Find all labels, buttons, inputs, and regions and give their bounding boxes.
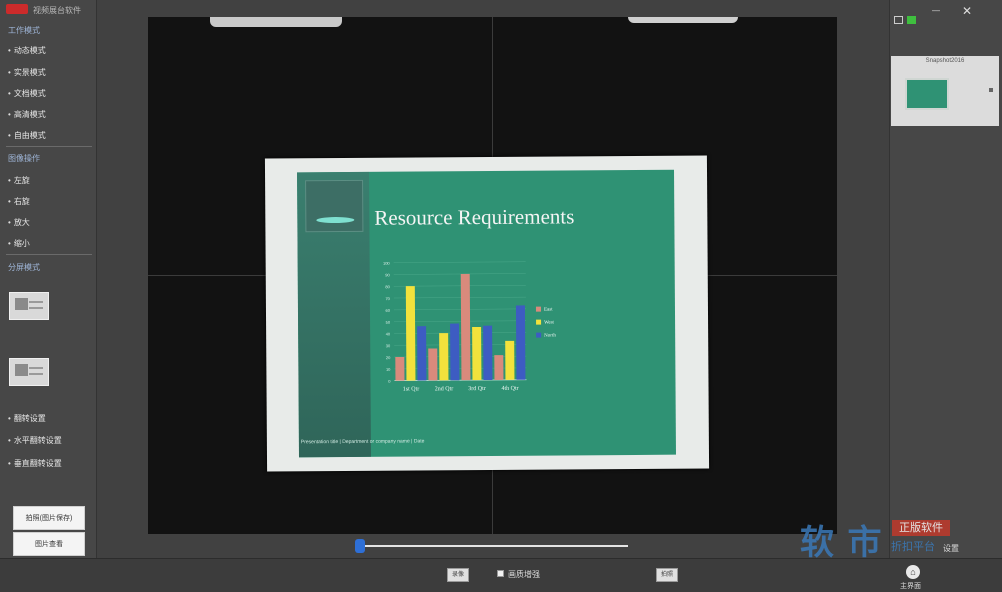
app-window: 视频展台软件 工作模式 动态模式 实景模式 文档模式 高清模式 自由模式 图像操… <box>0 0 1002 592</box>
window-icon[interactable] <box>894 16 903 24</box>
chart-bar <box>472 326 482 381</box>
settings-label[interactable]: 设置 <box>943 543 959 554</box>
chart-y-tick-label: 0 <box>388 379 391 384</box>
chart-y-tick-label: 40 <box>386 331 391 336</box>
sidebar-divider <box>6 254 92 255</box>
chart-x-tick-label: 3rd Qtr <box>468 386 486 392</box>
watermark-brand: 软 市 <box>800 524 884 562</box>
chart-y-tick-label: 90 <box>385 272 390 277</box>
section-rotate-title: 图像操作 <box>8 154 40 163</box>
status-green-icon <box>907 16 916 24</box>
chart-y-tick-label: 10 <box>386 367 391 372</box>
mode-item-1[interactable]: 动态模式 <box>8 45 46 56</box>
section-mode-title: 工作模式 <box>8 26 40 35</box>
bottom-toolbar: 录像 画质增强 拍照 ⌂ 主界面 <box>0 558 1002 592</box>
chart-y-tick-label: 30 <box>386 343 391 348</box>
view-images-button[interactable]: 图片查看 <box>13 532 85 556</box>
home-icon[interactable]: ⌂ <box>906 565 920 579</box>
chart-bar <box>494 355 504 380</box>
slide: Resource Requirements 0 10 20 30 40 50 60 70 80 9… <box>297 169 676 458</box>
rotate-item-2[interactable]: 右旋 <box>8 196 30 207</box>
layout-single-button[interactable] <box>9 292 49 320</box>
section-mirror-title: 翻转设置 <box>8 413 46 424</box>
snapshot-thumbnail[interactable]: Snapshot2016 <box>891 56 999 126</box>
chart-bar <box>417 326 427 381</box>
right-panel: — ✕ Snapshot2016 <box>889 0 1002 558</box>
record-button[interactable]: 录像 <box>447 568 469 582</box>
rotate-item-1[interactable]: 左旋 <box>8 175 30 186</box>
mirror-item-2[interactable]: 垂直翻转设置 <box>8 458 62 469</box>
chart-gridline <box>393 273 526 275</box>
chart-bar <box>450 323 460 381</box>
chart-legend-label: West <box>544 321 555 326</box>
chart-x-tick-label: 1st Qtr <box>403 386 420 392</box>
mode-item-2[interactable]: 实景模式 <box>8 67 46 78</box>
bar-chart: 0 10 20 30 40 50 60 70 80 90 100 1st Qtr 2nd Qtr 3rd … <box>383 261 556 393</box>
chart-bar <box>395 356 405 381</box>
app-title: 视频展台软件 <box>33 6 81 15</box>
chart-y-tick-label: 100 <box>383 261 390 266</box>
snapshot-caption: Snapshot2016 <box>925 58 965 64</box>
rotate-item-3[interactable]: 放大 <box>8 217 30 228</box>
chart-y-tick-label: 50 <box>386 320 391 325</box>
chart-y-tick-label: 70 <box>385 296 390 301</box>
watermark-badge: 正版软件 <box>892 520 950 536</box>
chart-legend-label: East <box>544 308 553 313</box>
chart-x-tick-label: 4th Qtr <box>501 386 518 392</box>
slide-title: Resource Requirements <box>374 204 575 230</box>
chart-y-tick-label: 20 <box>386 355 391 360</box>
chart-legend-swatch <box>536 332 542 338</box>
enhance-label: 画质增强 <box>508 570 540 579</box>
snapshot-image <box>905 78 949 110</box>
chart-bar <box>428 348 438 381</box>
mode-item-4[interactable]: 高清模式 <box>8 109 46 120</box>
desk-object <box>210 17 342 27</box>
chart-bar <box>439 333 449 381</box>
chart-bar <box>460 273 471 381</box>
photo-button[interactable]: 拍照 <box>656 568 678 582</box>
slide-logo-icon <box>305 179 364 233</box>
chart-y-tick-label: 80 <box>385 284 390 289</box>
rotate-item-4[interactable]: 缩小 <box>8 238 30 249</box>
chart-bar <box>483 325 493 381</box>
slide-footer: Presentation title | Department or compa… <box>300 438 425 446</box>
zoom-slider-track[interactable] <box>358 545 628 547</box>
chart-gridline <box>393 261 526 263</box>
capture-button[interactable]: 拍照(图片保存) <box>13 506 85 530</box>
close-button[interactable]: ✕ <box>962 4 972 18</box>
chart-x-tick-label: 2nd Qtr <box>435 386 454 392</box>
chart-legend-label: North <box>544 334 556 339</box>
zoom-slider-handle[interactable] <box>355 539 365 553</box>
printed-page: Resource Requirements 0 10 20 30 40 50 60 70 80 9… <box>264 155 710 472</box>
minimize-button[interactable]: — <box>932 6 940 15</box>
enhance-checkbox[interactable] <box>497 570 504 577</box>
camera-preview[interactable]: Resource Requirements 0 10 20 30 40 50 60 70 80 9… <box>148 17 837 534</box>
home-label: 主界面 <box>900 583 921 590</box>
layout-split-button[interactable] <box>9 358 49 386</box>
mode-item-3[interactable]: 文档模式 <box>8 88 46 99</box>
chart-legend-swatch <box>536 319 542 325</box>
watermark-slogan: 折扣平台 <box>891 541 935 553</box>
left-sidebar: 视频展台软件 工作模式 动态模式 实景模式 文档模式 高清模式 自由模式 图像操… <box>0 0 97 558</box>
chart-bar <box>515 305 526 380</box>
sidebar-divider <box>6 146 92 147</box>
app-logo-icon <box>6 4 28 14</box>
mode-item-5[interactable]: 自由模式 <box>8 130 46 141</box>
chart-bar <box>405 286 416 381</box>
snapshot-marker <box>989 88 993 92</box>
mirror-item-1[interactable]: 水平翻转设置 <box>8 435 62 446</box>
chart-y-tick-label: 60 <box>386 308 391 313</box>
chart-legend-swatch <box>535 306 541 312</box>
chart-bar <box>505 340 515 380</box>
desk-object <box>628 17 738 23</box>
section-layout-title: 分屏模式 <box>8 263 40 272</box>
